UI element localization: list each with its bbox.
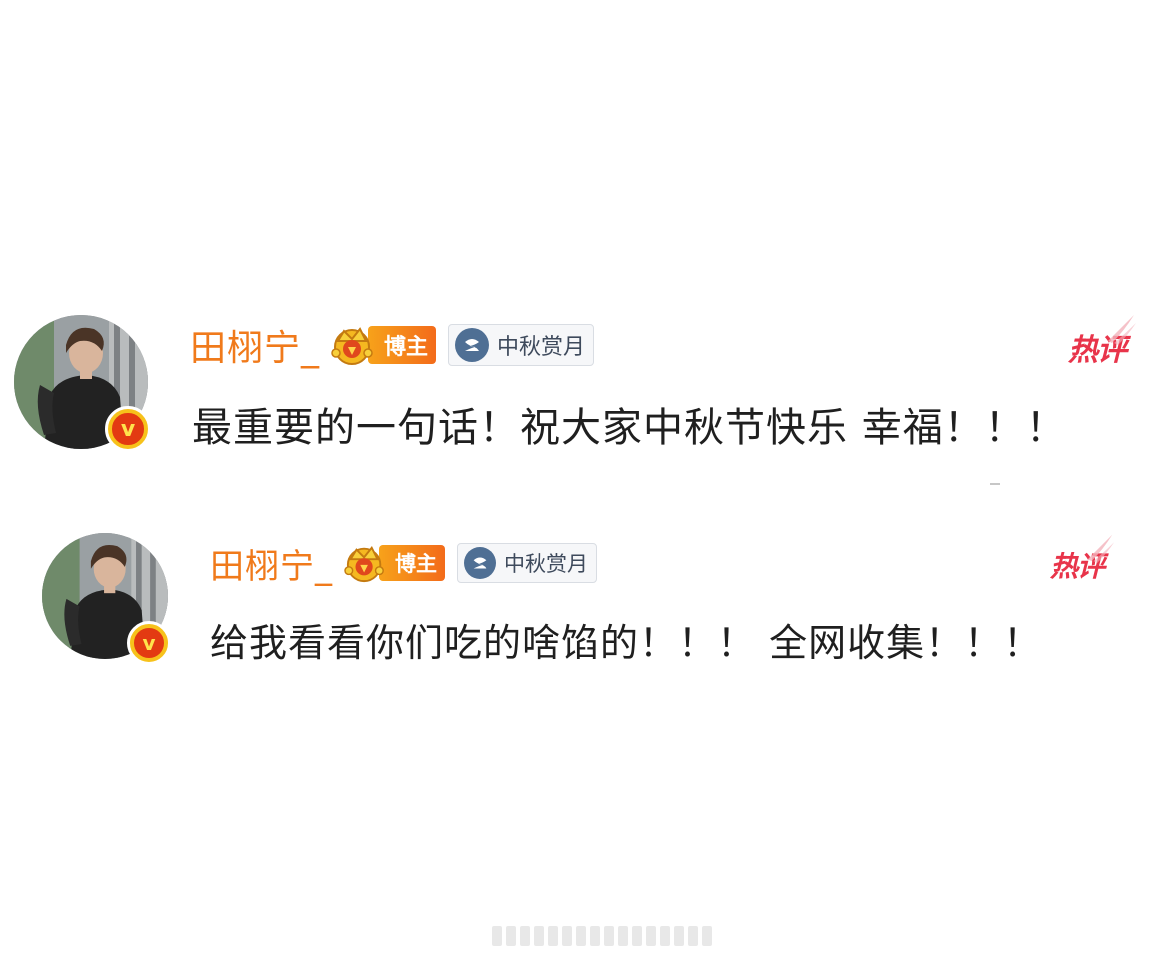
hot-comment-tag: 热评 bbox=[1050, 534, 1115, 585]
verified-mark: v bbox=[134, 628, 164, 658]
topic-badge[interactable]: 中秋赏月 bbox=[457, 543, 597, 583]
verified-badge-icon: v bbox=[127, 621, 171, 665]
crown-icon bbox=[344, 545, 384, 583]
crown-icon bbox=[331, 327, 373, 365]
flare-icon bbox=[1087, 534, 1115, 563]
comment-header: 田栩宁_ 博主 中秋赏月 bbox=[210, 539, 597, 588]
blogger-badge: 博主 bbox=[339, 542, 445, 584]
topic-badge-label: 中秋赏月 bbox=[504, 552, 588, 576]
topic-circle-icon bbox=[464, 547, 496, 579]
username[interactable]: 田栩宁_ bbox=[210, 539, 333, 588]
comment-text: 给我看看你们吃的啥馅的！！！ 全网收集！！！ bbox=[210, 621, 1043, 665]
comment-item: v 田栩宁_ 博主 中秋赏月 热评 bbox=[0, 0, 1170, 700]
watermark bbox=[492, 926, 712, 946]
